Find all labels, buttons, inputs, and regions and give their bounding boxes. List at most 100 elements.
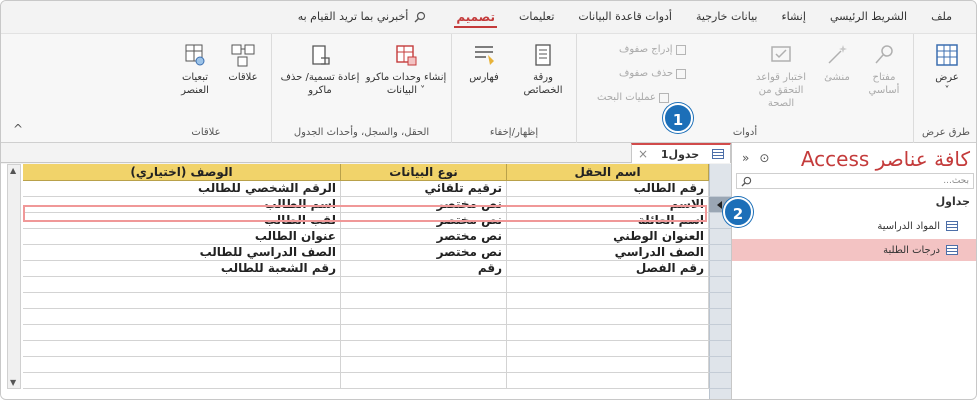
nav-item-table[interactable]: المواد الدراسية: [732, 215, 976, 237]
indexes-button[interactable]: فهارس: [458, 42, 510, 84]
document-tab[interactable]: جدول1 ×: [631, 143, 731, 163]
cell-data-type[interactable]: [341, 309, 507, 325]
cell-field-name[interactable]: [507, 357, 709, 373]
collapse-ribbon-icon[interactable]: ^: [13, 122, 23, 136]
modify-lookups-label: عمليات البحث: [597, 92, 656, 103]
cell-data-type[interactable]: [341, 341, 507, 357]
cell-field-name[interactable]: [507, 325, 709, 341]
cell-data-type[interactable]: ترقيم تلقائي: [341, 181, 507, 197]
primary-key-button[interactable]: مفتاح أساسي: [859, 42, 909, 97]
row-selector[interactable]: [709, 293, 731, 309]
nav-item-label: المواد الدراسية: [877, 220, 940, 232]
header-description[interactable]: الوصف (اختياري): [23, 164, 341, 181]
test-validation-label: اختبار قواعد التحقق من الصحة: [756, 72, 806, 109]
cell-data-type[interactable]: نص مختصر: [341, 245, 507, 261]
tell-me-box[interactable]: أخبرني بما تريد القيام به: [286, 1, 439, 33]
cell-data-type[interactable]: [341, 357, 507, 373]
nav-item-table[interactable]: درجات الطلبة: [732, 239, 976, 261]
cell-data-type[interactable]: رقم: [341, 261, 507, 277]
builder-button[interactable]: منشئ: [817, 42, 857, 84]
test-validation-button[interactable]: اختبار قواعد التحقق من الصحة: [747, 42, 815, 110]
insert-rows-icon: [675, 44, 686, 55]
row-selector[interactable]: [709, 341, 731, 357]
nav-section-tables[interactable]: جداول: [936, 195, 970, 208]
scroll-up-icon[interactable]: ▲: [10, 166, 16, 175]
cell-description[interactable]: [23, 293, 341, 309]
search-icon: [741, 176, 752, 187]
nav-menu-icon[interactable]: ⊙: [759, 151, 769, 165]
row-selector[interactable]: [709, 181, 731, 197]
tab-design[interactable]: تصميم: [444, 1, 507, 33]
group-tools: مفتاح أساسي منشئ اختبار قواعد التحقق من …: [576, 34, 913, 144]
cell-data-type[interactable]: نص مختصر: [341, 197, 507, 213]
property-sheet-button[interactable]: ورقة الخصائص: [514, 42, 572, 97]
row-selector[interactable]: [709, 325, 731, 341]
cell-description[interactable]: الرقم الشخصي للطالب: [23, 181, 341, 197]
cell-data-type[interactable]: [341, 373, 507, 389]
cell-data-type[interactable]: [341, 325, 507, 341]
cell-data-type[interactable]: نص مختصر: [341, 229, 507, 245]
cell-field-name[interactable]: الاسم: [507, 197, 709, 213]
create-data-macros-button[interactable]: إنشاء وحدات ماكرو البيانات ˅: [364, 42, 448, 97]
header-field-name[interactable]: اسم الحقل: [507, 164, 709, 181]
cell-field-name[interactable]: [507, 373, 709, 389]
primary-key-label: مفتاح أساسي: [868, 72, 900, 96]
vertical-scrollbar[interactable]: ▲ ▼: [7, 164, 21, 389]
relationships-button[interactable]: علاقات: [221, 42, 265, 84]
row-selector[interactable]: [709, 277, 731, 293]
cell-data-type[interactable]: [341, 277, 507, 293]
cell-description[interactable]: [23, 277, 341, 293]
tab-create[interactable]: إنشاء: [769, 1, 817, 33]
row-selector[interactable]: [709, 229, 731, 245]
cell-field-name[interactable]: رقم الطالب: [507, 181, 709, 197]
tab-external-data[interactable]: بيانات خارجية: [684, 1, 769, 33]
cell-description[interactable]: اسم الطالب: [23, 197, 341, 213]
insert-rows-button[interactable]: إدراج صفوف: [619, 44, 686, 55]
cell-description[interactable]: لقب الطالب: [23, 213, 341, 229]
cell-description[interactable]: عنوان الطالب: [23, 229, 341, 245]
close-icon[interactable]: ×: [638, 147, 648, 161]
cell-description[interactable]: [23, 357, 341, 373]
table-icon: [946, 245, 958, 255]
cell-field-name[interactable]: العنوان الوطني: [507, 229, 709, 245]
cell-description[interactable]: [23, 309, 341, 325]
object-dependencies-button[interactable]: تبعيات العنصر: [171, 42, 219, 97]
row-selector[interactable]: [709, 373, 731, 389]
cell-field-name[interactable]: اسم العائلة: [507, 213, 709, 229]
cell-field-name[interactable]: رقم الفصل: [507, 261, 709, 277]
cell-description[interactable]: [23, 341, 341, 357]
tab-file[interactable]: ملف: [919, 1, 964, 33]
cell-field-name[interactable]: [507, 293, 709, 309]
tab-database-tools[interactable]: أدوات قاعدة البيانات: [566, 1, 684, 33]
delete-rows-button[interactable]: حذف صفوف: [619, 68, 687, 79]
cell-description[interactable]: [23, 325, 341, 341]
row-selector[interactable]: [709, 261, 731, 277]
cell-description[interactable]: رقم الشعبة للطالب: [23, 261, 341, 277]
rename-delete-macro-button[interactable]: إعادة تسمية/ حذف ماكرو: [278, 42, 362, 97]
cell-field-name[interactable]: [507, 277, 709, 293]
row-selector[interactable]: [709, 245, 731, 261]
nav-search-input[interactable]: بحث...: [736, 173, 974, 189]
collapse-pane-icon[interactable]: »: [742, 151, 749, 165]
cell-field-name[interactable]: [507, 309, 709, 325]
dropdown-arrow-icon: ˅: [420, 85, 426, 96]
modify-lookups-button[interactable]: عمليات البحث: [597, 92, 669, 103]
relationships-icon: [231, 44, 255, 67]
key-icon: [875, 45, 893, 64]
cell-description[interactable]: الصف الدراسي للطالب: [23, 245, 341, 261]
cell-description[interactable]: [23, 373, 341, 389]
cell-data-type[interactable]: نص مختصر: [341, 213, 507, 229]
row-selector[interactable]: [709, 309, 731, 325]
scroll-down-icon[interactable]: ▼: [10, 378, 16, 387]
group-label-views: طرق عرض: [922, 127, 970, 138]
nav-pane-title[interactable]: كافة عناصر Access: [801, 147, 970, 171]
cell-field-name[interactable]: الصف الدراسي: [507, 245, 709, 261]
view-button[interactable]: عرض ˅: [922, 42, 972, 97]
row-selector[interactable]: [709, 357, 731, 373]
cell-data-type[interactable]: [341, 293, 507, 309]
cell-field-name[interactable]: [507, 341, 709, 357]
rename-delete-macro-label: إعادة تسمية/ حذف ماكرو: [280, 72, 360, 96]
header-data-type[interactable]: نوع البيانات: [341, 164, 507, 181]
tab-home[interactable]: الشريط الرئيسي: [818, 1, 919, 33]
tab-help[interactable]: تعليمات: [507, 1, 566, 33]
